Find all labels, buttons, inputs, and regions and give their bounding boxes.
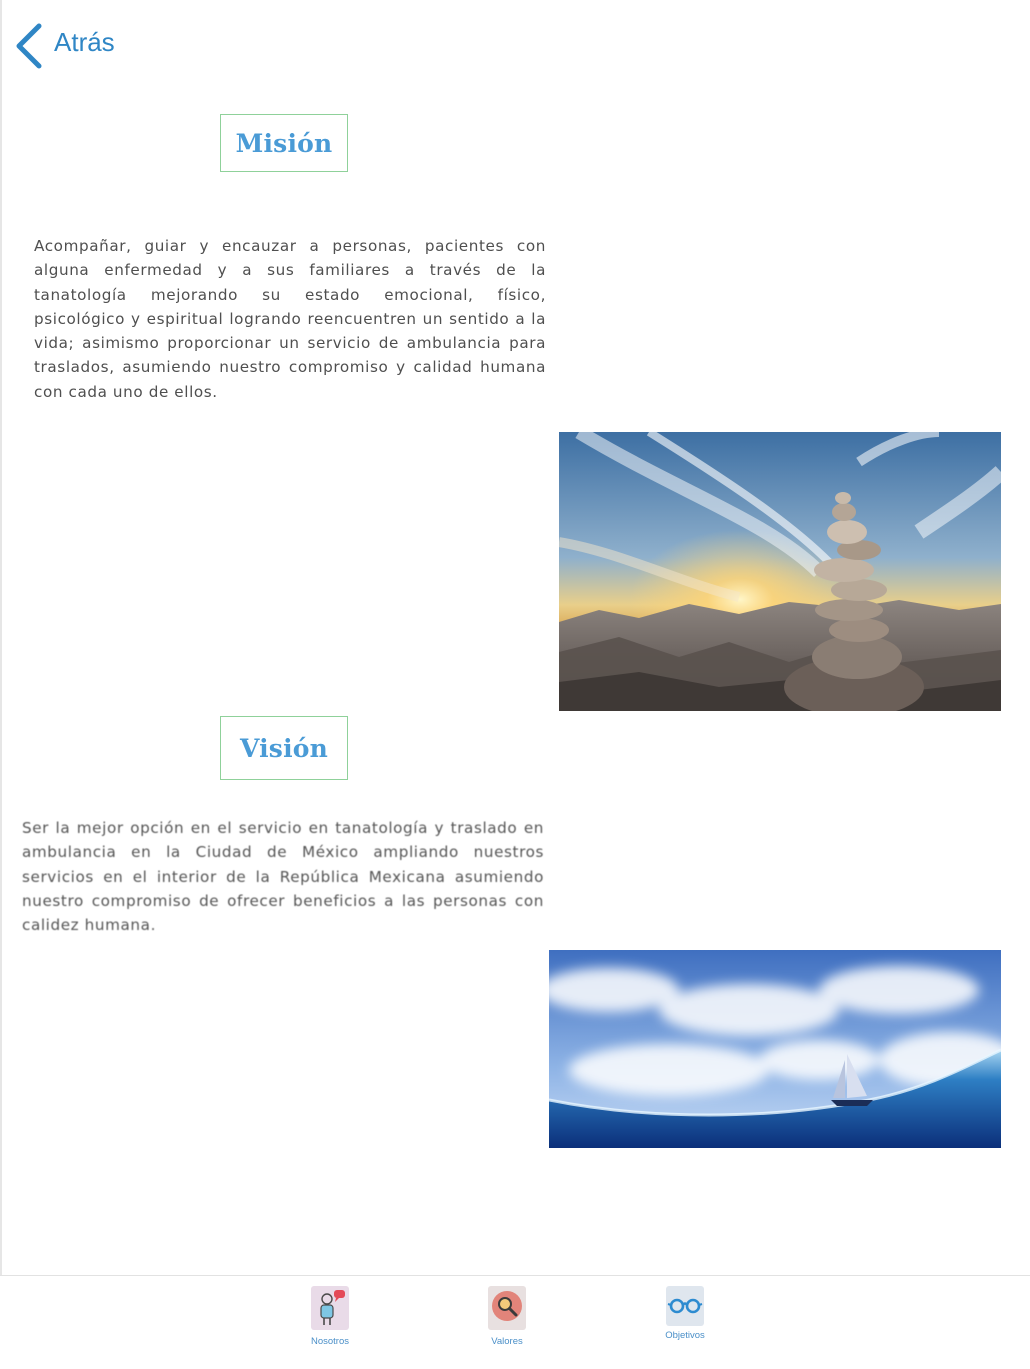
magnifier-badge-icon <box>488 1286 526 1330</box>
chevron-left-icon <box>14 23 44 69</box>
sailboat-sea-image <box>549 950 1001 1148</box>
tab-valores[interactable]: Valores <box>462 1286 552 1347</box>
stacked-stones-image <box>559 432 1001 711</box>
tab-bar: Nosotros Valores Objetivos <box>0 1275 1030 1369</box>
tab-label-nosotros: Nosotros <box>310 1336 349 1347</box>
vision-title: Visión <box>239 733 329 763</box>
frame-edge <box>0 0 2 1275</box>
mision-heading-box: Misión <box>220 114 348 172</box>
mision-title: Misión <box>235 128 333 158</box>
tab-label-valores: Valores <box>491 1336 523 1347</box>
people-chat-icon <box>311 1286 349 1330</box>
glasses-icon <box>666 1286 704 1326</box>
mision-text: Acompañar, guiar y encauzar a personas, … <box>34 237 546 401</box>
vision-text: Ser la mejor opción en el servicio en ta… <box>22 819 544 935</box>
tab-nosotros[interactable]: Nosotros <box>285 1286 375 1347</box>
tab-objetivos[interactable]: Objetivos <box>640 1286 730 1341</box>
vision-heading-box: Visión <box>220 716 348 780</box>
back-label: Atrás <box>54 26 115 57</box>
back-button[interactable]: Atrás <box>14 22 115 70</box>
tab-label-objetivos: Objetivos <box>665 1330 705 1341</box>
